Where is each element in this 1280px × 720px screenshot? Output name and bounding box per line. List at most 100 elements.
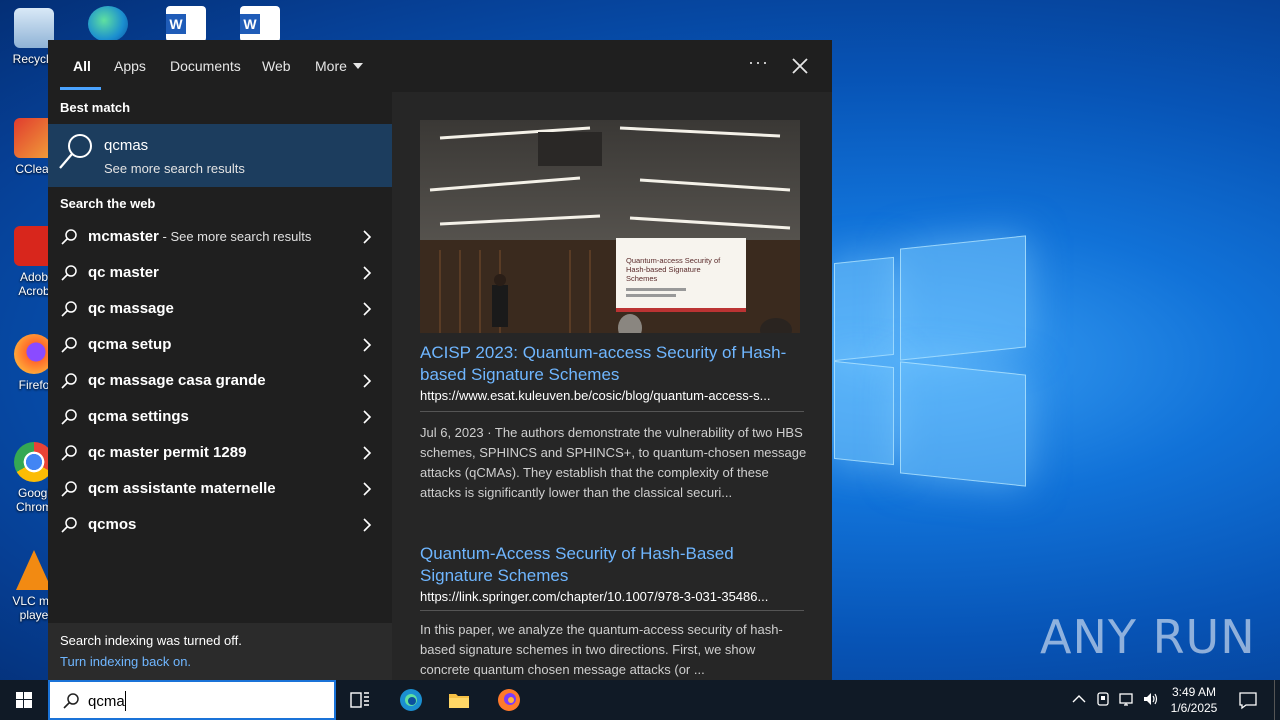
suggestion-query: mcmaster [88, 228, 159, 245]
turn-indexing-on-link[interactable]: Turn indexing back on. [60, 654, 191, 669]
close-button[interactable] [788, 54, 812, 78]
result-description: Jul 6, 2023 · The authors demonstrate th… [420, 425, 807, 500]
tab-apps[interactable]: Apps [114, 58, 146, 74]
suggestion-text: qcma setup [88, 336, 171, 353]
search-icon [61, 265, 77, 281]
chevron-right-icon[interactable] [360, 518, 374, 532]
slide-title-text: Quantum-access Security of Hash-based Si… [626, 256, 721, 283]
suggestion-query: qcm assistante maternelle [88, 480, 276, 497]
result-url[interactable]: https://www.esat.kuleuven.be/cosic/blog/… [420, 388, 804, 403]
windows-logo-graphic [830, 235, 1030, 487]
result-image[interactable]: Quantum-access Security of Hash-based Si… [420, 120, 800, 333]
device-icon[interactable] [1094, 690, 1112, 708]
more-options-button[interactable]: ··· [748, 52, 769, 73]
search-icon [61, 373, 77, 389]
results-list: Best match qcmas See more search results… [48, 92, 392, 680]
search-tabs: All Apps Documents Web More ··· [48, 40, 832, 92]
web-suggestion-item[interactable]: qcmos [48, 507, 392, 543]
web-suggestion-item[interactable]: qcma setup [48, 327, 392, 363]
chevron-right-icon[interactable] [360, 230, 374, 244]
suggestion-text: qcm assistante maternelle [88, 480, 276, 497]
result-description: In this paper, we analyze the quantum-ac… [420, 622, 783, 677]
result-url[interactable]: https://link.springer.com/chapter/10.100… [420, 589, 804, 604]
windows-start-icon [16, 692, 32, 708]
tab-documents[interactable]: Documents [170, 58, 241, 74]
chevron-right-icon[interactable] [360, 482, 374, 496]
search-web-heading: Search the web [60, 196, 156, 211]
web-suggestion-item[interactable]: qc massage casa grande [48, 363, 392, 399]
best-match-heading: Best match [60, 100, 131, 115]
network-icon[interactable] [1118, 690, 1136, 708]
edge-shortcut-icon[interactable] [88, 6, 128, 42]
indexing-notice: Search indexing was turned off. Turn ind… [48, 623, 392, 680]
system-clock[interactable]: 3:49 AM 1/6/2025 [1166, 684, 1222, 716]
desktop-icon-label: Firefo [18, 378, 50, 392]
text-caret [125, 691, 126, 711]
search-icon [59, 134, 92, 169]
result-title-link[interactable]: Quantum-Access Security of Hash-Based Si… [420, 543, 805, 587]
close-icon [792, 58, 808, 74]
search-input-value[interactable]: qcma [88, 693, 125, 710]
tab-web[interactable]: Web [262, 58, 291, 74]
show-desktop-button[interactable] [1274, 680, 1275, 720]
suggestion-extra: - See more search results [158, 229, 312, 244]
tab-more-label: More [315, 58, 347, 74]
tab-all[interactable]: All [73, 58, 91, 74]
chevron-right-icon[interactable] [360, 302, 374, 316]
suggestion-text: qc master [88, 264, 159, 281]
chevron-right-icon[interactable] [360, 266, 374, 280]
chevron-right-icon[interactable] [360, 410, 374, 424]
search-icon [61, 481, 77, 497]
search-icon [61, 445, 77, 461]
web-suggestion-item[interactable]: qcm assistante maternelle [48, 471, 392, 507]
web-suggestion-item[interactable]: qc massage [48, 291, 392, 327]
suggestion-query: qc master permit 1289 [88, 444, 247, 461]
anyrun-watermark: ANY RUN [1040, 610, 1256, 664]
word-document-icon[interactable]: W [240, 6, 280, 42]
notification-center-icon[interactable] [1238, 690, 1258, 710]
suggestion-query: qc massage casa grande [88, 372, 266, 389]
best-match-subtitle: See more search results [104, 161, 245, 176]
suggestion-query: qc master [88, 264, 159, 281]
web-suggestion-item[interactable]: qcma settings [48, 399, 392, 435]
chevron-up-icon[interactable] [1070, 690, 1088, 708]
clock-date: 1/6/2025 [1170, 701, 1218, 715]
start-button[interactable] [0, 680, 48, 720]
search-icon [61, 409, 77, 425]
web-suggestion-item[interactable]: mcmaster - See more search results [48, 219, 392, 255]
conference-photo [420, 120, 800, 333]
tab-more[interactable]: More [315, 58, 363, 74]
suggestion-query: qcma setup [88, 336, 172, 353]
chevron-right-icon[interactable] [360, 446, 374, 460]
web-suggestion-item[interactable]: qc master [48, 255, 392, 291]
suggestion-text: qc master permit 1289 [88, 444, 246, 461]
suggestion-text: qc massage casa grande [88, 372, 266, 389]
chevron-right-icon[interactable] [360, 338, 374, 352]
clock-time: 3:49 AM [1171, 685, 1217, 699]
search-icon [61, 301, 77, 317]
word-document-icon[interactable]: W [166, 6, 206, 42]
result-title-link[interactable]: ACISP 2023: Quantum-access Security of H… [420, 342, 805, 386]
search-icon [61, 517, 77, 533]
suggestion-text: qcma settings [88, 408, 189, 425]
suggestion-query: qcma settings [88, 408, 189, 425]
chevron-right-icon[interactable] [360, 374, 374, 388]
task-view-icon[interactable] [348, 688, 372, 712]
suggestion-text: mcmaster - See more search results [88, 228, 311, 245]
active-tab-indicator [60, 87, 101, 90]
search-icon [61, 337, 77, 353]
search-icon [61, 229, 77, 245]
firefox-taskbar-icon[interactable] [497, 688, 521, 712]
result-divider [420, 610, 804, 611]
search-panel: All Apps Documents Web More ··· Best mat… [48, 40, 832, 680]
web-suggestion-item[interactable]: qc master permit 1289 [48, 435, 392, 471]
best-match-title: qcmas [104, 137, 149, 154]
edge-taskbar-icon[interactable] [399, 688, 423, 712]
taskbar-search-box[interactable]: qcma [48, 680, 336, 720]
volume-icon[interactable] [1142, 690, 1160, 708]
file-explorer-icon[interactable] [447, 688, 471, 712]
search-icon [63, 693, 79, 709]
caret-down-icon [352, 63, 363, 69]
suggestion-query: qcmos [88, 516, 137, 533]
best-match-item[interactable]: qcmas See more search results [48, 124, 392, 187]
